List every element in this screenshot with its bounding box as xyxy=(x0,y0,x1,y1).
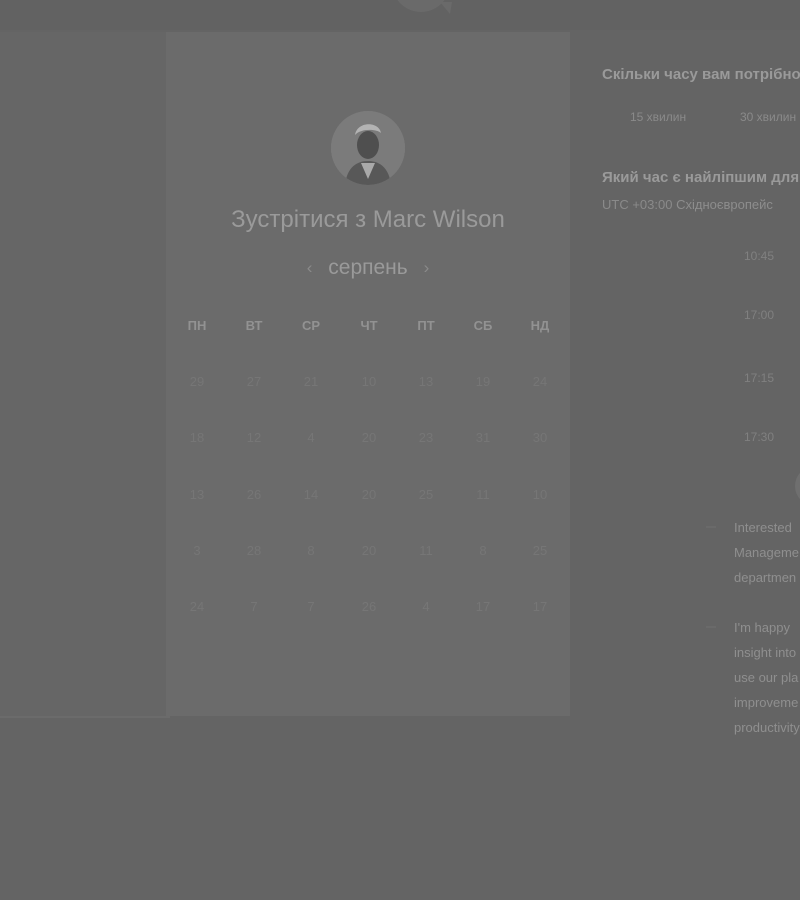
calendar-day[interactable]: 20 xyxy=(349,543,389,558)
divider xyxy=(706,526,716,528)
calendar-day[interactable]: 26 xyxy=(234,487,274,502)
logo-tail xyxy=(440,2,452,14)
calendar-day[interactable]: 28 xyxy=(234,543,274,558)
calendar-day[interactable]: 31 xyxy=(463,430,503,445)
calendar-day[interactable]: 12 xyxy=(234,430,274,445)
left-panel xyxy=(0,32,170,716)
calendar-day[interactable]: 13 xyxy=(177,487,217,502)
message-line: I'm happy xyxy=(734,620,790,635)
divider xyxy=(706,626,716,628)
month-label: серпень xyxy=(328,256,408,280)
calendar-day[interactable]: 11 xyxy=(463,487,503,502)
message-line: departmen xyxy=(734,570,797,585)
calendar-day[interactable]: 10 xyxy=(520,487,560,502)
weekday-label: ВТ xyxy=(245,318,263,333)
calendar-day[interactable]: 8 xyxy=(291,543,331,558)
calendar-day[interactable]: 19 xyxy=(463,374,503,389)
calendar-day[interactable]: 7 xyxy=(234,599,274,614)
calendar-day[interactable]: 23 xyxy=(406,430,446,445)
calendar-day[interactable]: 25 xyxy=(520,543,560,558)
message-line: productivity xyxy=(734,720,800,735)
calendar-day[interactable]: 17 xyxy=(463,599,503,614)
weekday-header: ПН ВТ СР ЧТ ПТ СБ НД xyxy=(166,318,570,334)
page-title: Зустрітися з Marc Wilson xyxy=(231,206,505,233)
message-paragraph-2: I'm happy insight into use our pla impro… xyxy=(734,615,800,740)
time-slot[interactable]: 17:00 xyxy=(744,308,774,322)
time-slot[interactable]: 17:30 xyxy=(744,430,774,444)
calendar-day[interactable]: 24 xyxy=(177,599,217,614)
time-question: Який час є найліпшим для xyxy=(602,169,800,186)
month-navigator: ‹ серпень › xyxy=(166,256,570,280)
message-line: insight into xyxy=(734,645,797,660)
divider xyxy=(0,716,170,718)
calendar-day[interactable]: 3 xyxy=(177,543,217,558)
calendar-day[interactable]: 8 xyxy=(463,543,503,558)
chevron-right-icon[interactable]: › xyxy=(414,258,440,278)
calendar-day[interactable]: 7 xyxy=(291,599,331,614)
duration-option-15[interactable]: 15 хвилин xyxy=(630,110,686,124)
calendar-day[interactable]: 14 xyxy=(291,487,331,502)
avatar xyxy=(331,111,405,185)
message-paragraph-1: Interested Manageme departmen xyxy=(734,515,799,590)
calendar-day[interactable]: 24 xyxy=(520,374,560,389)
weekday-label: СБ xyxy=(473,318,493,333)
calendar-day[interactable]: 21 xyxy=(291,374,331,389)
message-line: Manageme xyxy=(734,545,800,560)
calendar-day[interactable]: 20 xyxy=(349,487,389,502)
calendar-day[interactable]: 10 xyxy=(349,374,389,389)
time-slot[interactable]: 10:45 xyxy=(744,249,774,263)
calendar-day[interactable]: 11 xyxy=(406,543,446,558)
calendar-day[interactable]: 17 xyxy=(520,599,560,614)
timezone-offset: UTC +03:00 xyxy=(602,197,673,212)
calendar-day[interactable]: 18 xyxy=(177,430,217,445)
calendar-day[interactable]: 29 xyxy=(177,374,217,389)
calendar-day[interactable]: 30 xyxy=(520,430,560,445)
timezone-name: Східноєвропейс xyxy=(676,197,773,212)
duration-question: Скільки часу вам потрібно xyxy=(602,66,800,83)
right-panel xyxy=(570,32,800,900)
weekday-label: ПН xyxy=(187,318,207,333)
message-line: Interested xyxy=(734,520,792,535)
weekday-label: НД xyxy=(530,318,550,333)
weekday-label: ПТ xyxy=(417,318,435,333)
message-line: improveme xyxy=(734,695,799,710)
calendar-day[interactable]: 4 xyxy=(291,430,331,445)
message-line: use our pla xyxy=(734,670,799,685)
calendar-day[interactable]: 26 xyxy=(349,599,389,614)
calendar-day[interactable]: 13 xyxy=(406,374,446,389)
calendar-day[interactable]: 25 xyxy=(406,487,446,502)
weekday-label: ЧТ xyxy=(360,318,378,333)
timezone-selector[interactable]: UTC +03:00 Східноєвропейс xyxy=(602,197,773,212)
chevron-left-icon[interactable]: ‹ xyxy=(297,258,323,278)
calendar-day[interactable]: 27 xyxy=(234,374,274,389)
calendar-day[interactable]: 20 xyxy=(349,430,389,445)
weekday-label: СР xyxy=(301,318,321,333)
top-bar xyxy=(0,0,800,30)
duration-option-30[interactable]: 30 хвилин xyxy=(740,110,796,124)
calendar-day[interactable]: 4 xyxy=(406,599,446,614)
time-slot[interactable]: 17:15 xyxy=(744,371,774,385)
